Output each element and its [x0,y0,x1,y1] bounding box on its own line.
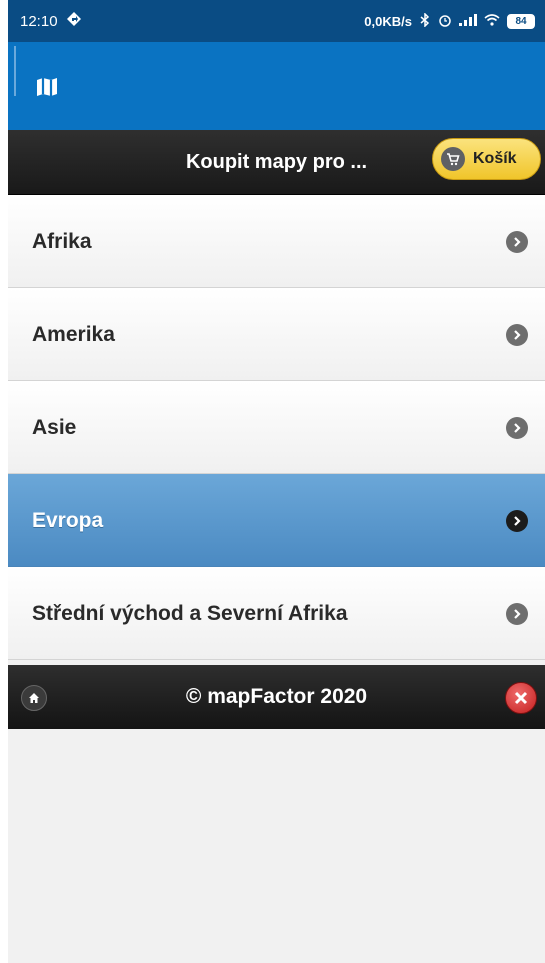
chevron-right-icon [506,510,528,532]
footer-bar: © mapFactor 2020 [8,665,545,729]
list-item-evropa[interactable]: Evropa [8,474,545,567]
status-bar: 12:10 0,0KB/s 84 [8,0,545,42]
status-time: 12:10 [20,12,58,30]
home-button[interactable] [21,685,47,711]
list-item-label: Střední východ a Severní Afrika [32,602,348,625]
list-item-amerika[interactable]: Amerika [8,288,545,381]
list-item-label: Amerika [32,323,115,346]
region-list: Afrika Amerika Asie Evropa Střední výcho… [8,195,545,660]
close-button[interactable] [505,682,537,714]
bluetooth-icon [419,11,431,30]
list-item-label: Asie [32,416,77,439]
cart-button[interactable]: Košík [432,138,541,180]
home-icon [29,693,39,703]
app-frame: 12:10 0,0KB/s 84 Koupit mapy pro ... Koš… [8,0,545,963]
chevron-right-icon [506,603,528,625]
alarm-icon [438,13,452,30]
network-speed: 0,0KB/s [364,13,412,29]
list-item-label: Evropa [32,509,104,532]
cart-icon [441,147,465,171]
battery-icon: 84 [507,13,535,29]
list-item-afrika[interactable]: Afrika [8,195,545,288]
app-bar [8,42,545,130]
app-bar-edge [14,46,16,96]
list-item-stredni-vychod[interactable]: Střední východ a Severní Afrika [8,567,545,660]
list-item-label: Afrika [32,230,92,253]
wifi-icon [484,13,500,29]
copyright-text: © mapFactor 2020 [185,685,368,708]
signal-icon [459,13,477,29]
close-icon [514,691,528,705]
chevron-right-icon [506,324,528,346]
list-item-asie[interactable]: Asie [8,381,545,474]
navigation-icon [66,11,82,31]
cart-label: Košík [473,150,517,167]
chevron-right-icon [506,417,528,439]
chevron-right-icon [506,231,528,253]
map-icon[interactable] [36,77,58,102]
empty-area [8,729,545,963]
